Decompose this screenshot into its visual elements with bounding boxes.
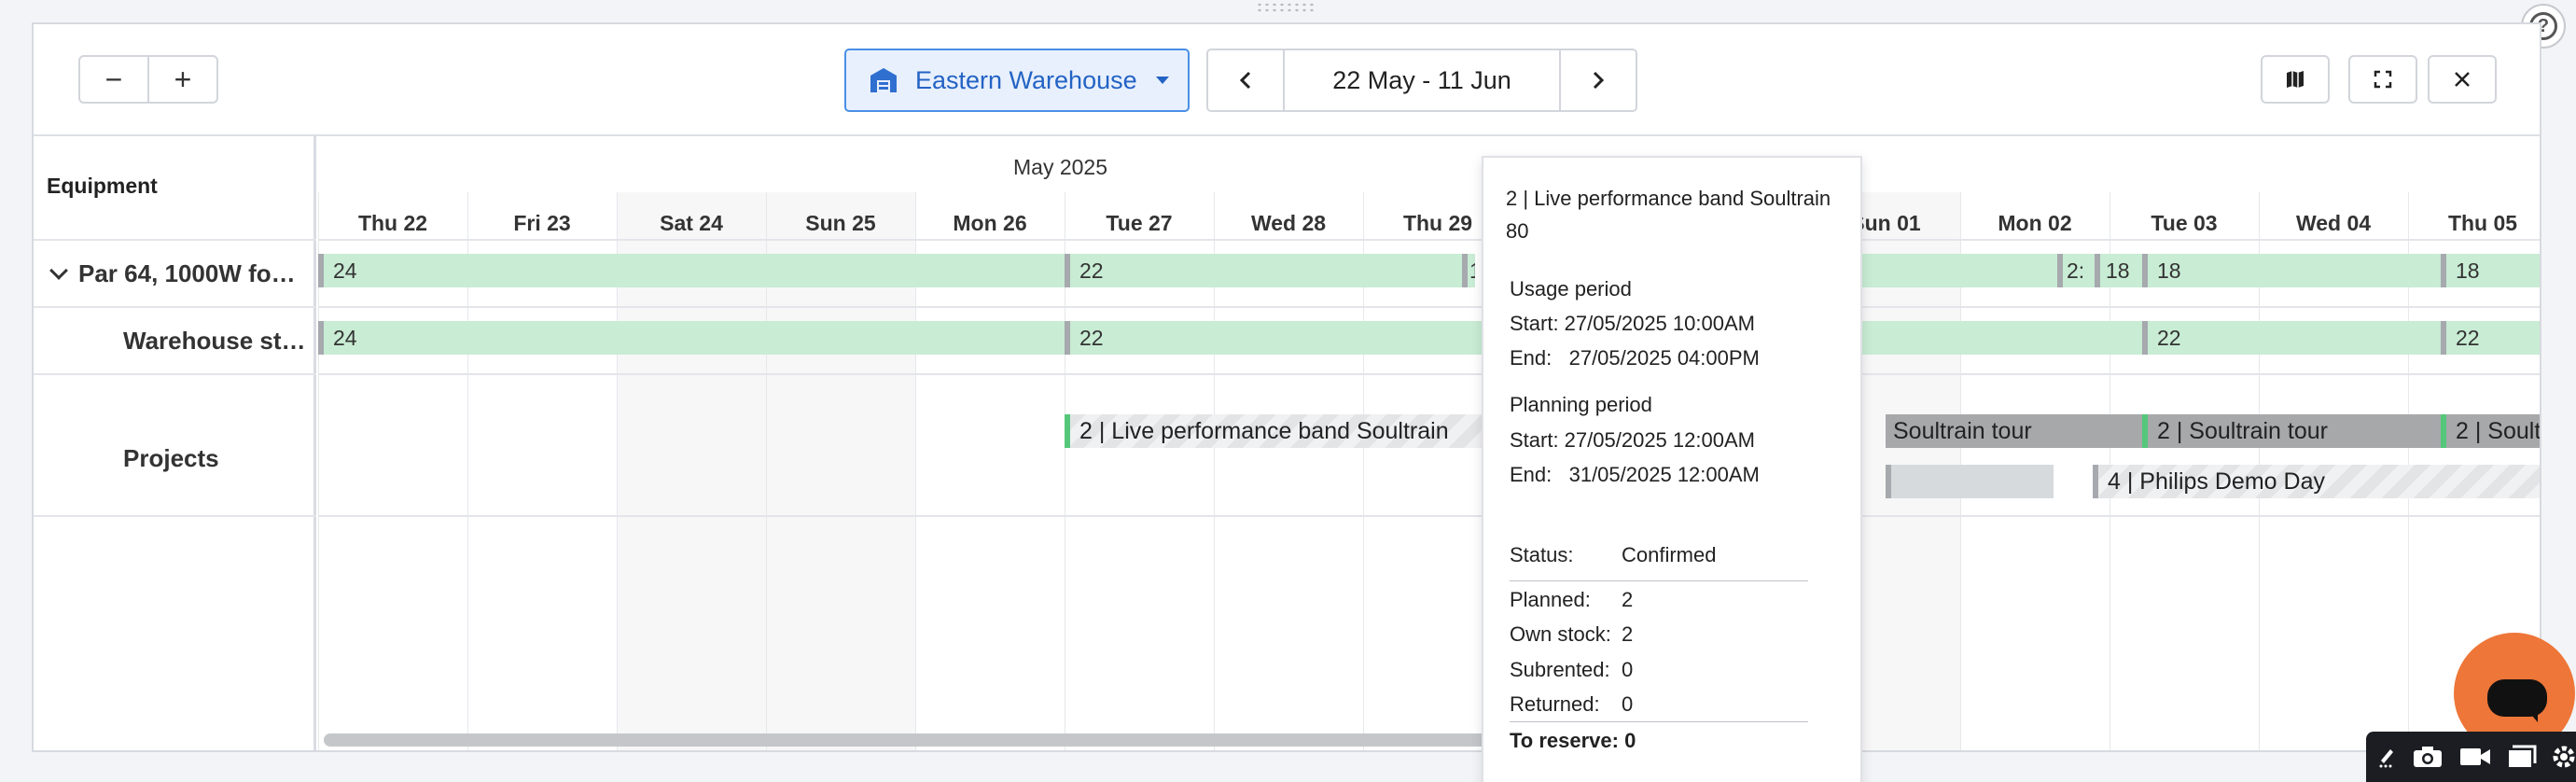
- usage-end: End: 27/05/2025 04:00PM: [1510, 346, 1760, 370]
- divider: [1510, 580, 1808, 581]
- availability-bar[interactable]: 1: [1462, 254, 1475, 287]
- planning-heading: Planning period: [1510, 393, 1652, 416]
- project-bar[interactable]: 2 | Live performance band Soultrain: [1065, 414, 1531, 448]
- day-label: Wed 28: [1250, 211, 1327, 235]
- row-divider: [318, 515, 2540, 517]
- own-stock-label: Own stock:: [1510, 622, 1611, 646]
- returned-value: 0: [1622, 692, 1634, 716]
- close-icon: [2455, 72, 2470, 87]
- status-label: Status:: [1510, 543, 1574, 566]
- day-label: Tue 03: [2151, 211, 2218, 235]
- month-label: May 2025: [1013, 155, 1108, 179]
- panel-drag-handle[interactable]: [1256, 2, 1317, 13]
- status-value: Confirmed: [1622, 543, 1717, 566]
- planning-start: Start: 27/05/2025 12:00AM: [1510, 428, 1755, 452]
- project-bar[interactable]: Soultrain tour: [1886, 414, 2142, 448]
- zoom-in-button[interactable]: +: [147, 57, 216, 102]
- video-icon[interactable]: [2458, 743, 2492, 771]
- project-bar[interactable]: 4 | Philips Demo Day: [2093, 465, 2540, 498]
- day-label: Sat 24: [660, 211, 723, 235]
- own-stock-value: 2: [1622, 622, 1634, 646]
- zoom-controls: − +: [78, 55, 218, 104]
- equipment-item-label: Par 64, 1000W fo…: [78, 259, 296, 287]
- availability-bar[interactable]: 18: [2142, 254, 2441, 287]
- projects-label: Projects: [123, 444, 219, 472]
- day-label: Thu 22: [357, 211, 428, 235]
- row-divider: [318, 239, 2540, 241]
- warehouse-bar[interactable]: 22: [2441, 321, 2540, 355]
- equipment-header: Equipment: [47, 174, 158, 198]
- row-divider: [34, 239, 316, 241]
- row-divider: [34, 373, 316, 375]
- recorder-toolbar: [2366, 732, 2576, 782]
- camera-icon[interactable]: [2412, 743, 2444, 771]
- settings-icon[interactable]: [2552, 743, 2576, 771]
- chevron-down-icon[interactable]: [49, 261, 68, 280]
- day-label: Sun 25: [805, 211, 876, 235]
- pen-icon[interactable]: [2375, 743, 2397, 771]
- usage-start: Start: 27/05/2025 10:00AM: [1510, 312, 1755, 335]
- planned-label: Planned:: [1510, 588, 1591, 611]
- chevron-right-icon: [1593, 71, 1605, 90]
- project-bar[interactable]: 2 | Soultrain tour: [2142, 414, 2441, 448]
- warehouse-label: Eastern Warehouse: [915, 65, 1137, 94]
- day-label: Thu 05: [2447, 211, 2518, 235]
- row-divider: [318, 373, 2540, 375]
- booking-tooltip: 2 | Live performance band Soultrain 80 U…: [1482, 156, 1862, 782]
- next-period-button[interactable]: [1561, 50, 1636, 110]
- warehouse-bar[interactable]: 24: [318, 321, 1065, 355]
- planning-end: End: 31/05/2025 12:00AM: [1510, 463, 1760, 486]
- date-range-label[interactable]: 22 May - 11 Jun: [1283, 50, 1561, 110]
- fullscreen-icon: [2374, 70, 2392, 89]
- day-label: Wed 04: [2295, 211, 2372, 235]
- availability-bar[interactable]: 18: [2441, 254, 2540, 287]
- close-button[interactable]: [2428, 55, 2497, 104]
- chat-icon-tail: [2527, 709, 2538, 722]
- availability-bar[interactable]: 22: [1065, 254, 1462, 287]
- date-navigator: 22 May - 11 Jun: [1206, 49, 1637, 112]
- map-button[interactable]: [2261, 55, 2330, 104]
- tooltip-title: 2 | Live performance band Soultrain 80: [1506, 187, 1831, 243]
- warehouse-select[interactable]: Eastern Warehouse: [844, 49, 1190, 112]
- chevron-down-icon: [1155, 77, 1169, 84]
- warehouse-icon: [870, 68, 897, 92]
- window-icon[interactable]: [2507, 743, 2537, 771]
- equipment-row-item[interactable]: Par 64, 1000W fo…: [49, 259, 296, 288]
- row-divider: [318, 306, 2540, 308]
- day-label: Mon 02: [1998, 211, 2072, 235]
- day-label: Fri 23: [513, 211, 571, 235]
- project-bar[interactable]: 2 | Soultrain: [2441, 414, 2540, 448]
- timeline-grid: May 2025 Thu 22 Fri 23 Sat 24 Sun 25 Mon 26 T…: [318, 136, 2540, 750]
- chat-icon: [2487, 679, 2547, 717]
- availability-bar[interactable]: 18: [2095, 254, 2136, 287]
- row-divider: [34, 306, 316, 308]
- to-reserve: To reserve: 0: [1510, 729, 1636, 752]
- subrented-label: Subrented:: [1510, 658, 1610, 681]
- horizontal-scrollbar[interactable]: [324, 733, 1546, 747]
- warehouse-stock-label: Warehouse st…: [123, 327, 306, 355]
- prev-period-button[interactable]: [1208, 50, 1283, 110]
- divider: [1510, 721, 1808, 722]
- planned-value: 2: [1622, 588, 1634, 611]
- equipment-column: Equipment Par 64, 1000W fo… Warehouse st…: [34, 136, 316, 750]
- usage-heading: Usage period: [1510, 277, 1632, 300]
- fullscreen-button[interactable]: [2348, 55, 2417, 104]
- availability-bar[interactable]: 24: [318, 254, 1065, 287]
- zoom-out-button[interactable]: −: [80, 57, 147, 102]
- warehouse-bar[interactable]: 22: [2142, 321, 2441, 355]
- row-divider: [34, 515, 316, 517]
- map-icon: [2287, 71, 2304, 88]
- availability-bar[interactable]: 2:: [2057, 254, 2085, 287]
- returned-label: Returned:: [1510, 692, 1600, 716]
- subrented-value: 0: [1622, 658, 1634, 681]
- chevron-left-icon: [1239, 71, 1251, 90]
- day-label: Tue 27: [1106, 211, 1173, 235]
- day-label: Mon 26: [953, 211, 1027, 235]
- planner-panel: − + Eastern Warehouse 22 May - 11 Jun Eq…: [32, 22, 2541, 752]
- project-bar[interactable]: [1886, 465, 2054, 498]
